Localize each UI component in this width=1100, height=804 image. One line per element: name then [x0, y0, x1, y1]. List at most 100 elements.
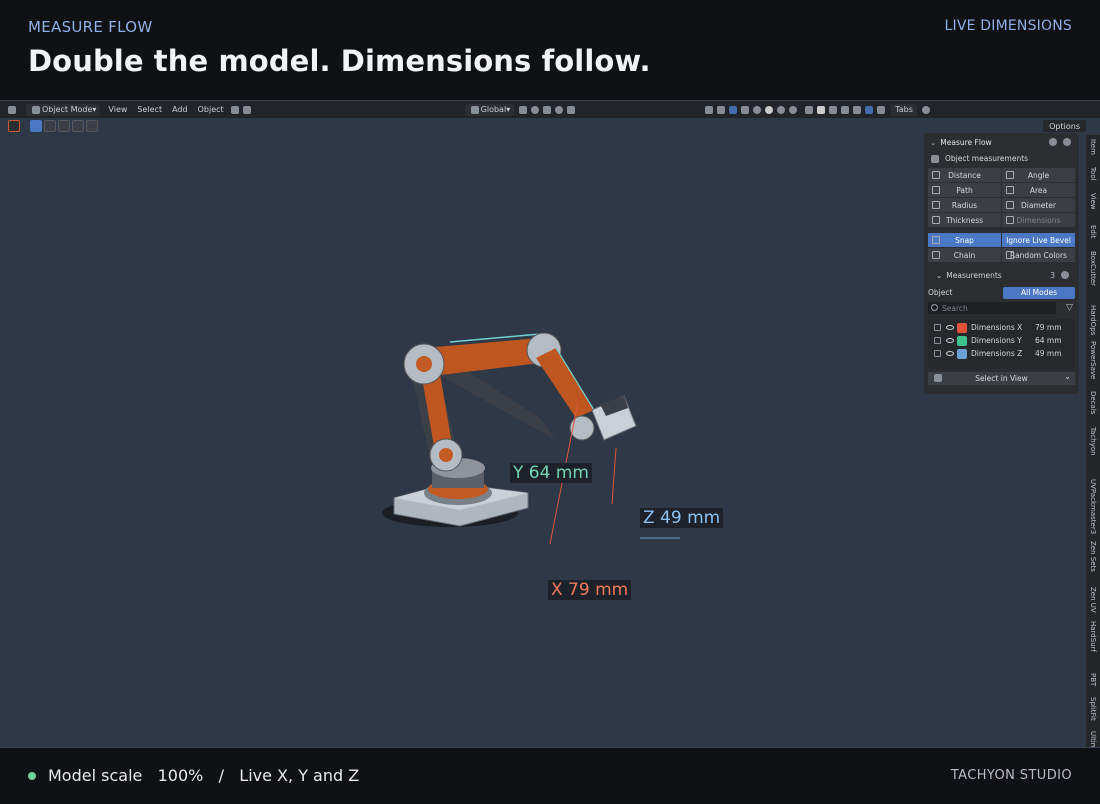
sidebar-tab-item[interactable]: Item: [1087, 139, 1099, 155]
addon-icon-1[interactable]: [805, 105, 814, 114]
sidebar-tab-boxcutter[interactable]: BoxCutter: [1087, 251, 1099, 286]
list-item[interactable]: Dimensions X 79 mm: [928, 321, 1075, 334]
snap-base-icon[interactable]: [242, 105, 251, 114]
menu-view[interactable]: View: [103, 105, 132, 114]
xray-icon[interactable]: [741, 105, 750, 114]
tool-path-button[interactable]: Path: [928, 183, 1001, 197]
sidebar-tab-view[interactable]: View: [1087, 193, 1099, 210]
help-icon[interactable]: [1063, 138, 1071, 146]
dimension-label-y: Y 64 mm: [510, 463, 592, 483]
falloff-icon[interactable]: [567, 105, 576, 114]
visibility-icon[interactable]: [705, 105, 714, 114]
snap-icon[interactable]: [531, 105, 540, 114]
sidebar-tab-edit[interactable]: Edit: [1087, 225, 1099, 239]
tool-area-button[interactable]: Area: [1002, 183, 1075, 197]
solid-shading-icon[interactable]: [765, 105, 774, 114]
gizmo-icon[interactable]: [717, 105, 726, 114]
sidebar-tab-pbt[interactable]: PBT: [1087, 673, 1099, 686]
select-in-view-button[interactable]: Select in View ⌄: [928, 372, 1075, 385]
material-shading-icon[interactable]: [777, 105, 786, 114]
3d-viewport[interactable]: Y 64 mm Z 49 mm X 79 mm: [0, 118, 1085, 747]
eye-icon[interactable]: [946, 325, 954, 330]
addon-icon-7[interactable]: [877, 105, 886, 114]
section-chevron-icon: ⌄: [936, 270, 943, 280]
color-swatch[interactable]: [957, 348, 967, 359]
pivot-icon[interactable]: [519, 105, 528, 114]
chain-label: Chain: [953, 250, 976, 260]
menu-select[interactable]: Select: [132, 105, 167, 114]
sidebar-tab-hardsurf[interactable]: HardSurf: [1087, 621, 1099, 652]
scale-value: 100%: [157, 766, 204, 785]
addon-icon-4[interactable]: [841, 105, 850, 114]
mode-selector[interactable]: Object Mode ▾: [26, 103, 101, 116]
tool-diameter-button[interactable]: Diameter: [1002, 198, 1075, 212]
filter-icon[interactable]: ▽: [1066, 303, 1073, 313]
gear-icon[interactable]: [1049, 138, 1057, 146]
chain-button[interactable]: Chain: [928, 248, 1001, 262]
color-swatch[interactable]: [957, 322, 967, 333]
proportional-edit-icon[interactable]: [555, 105, 564, 114]
item-checkbox[interactable]: [934, 350, 941, 357]
object-label: Object: [928, 288, 953, 297]
editor-type-icon[interactable]: [8, 105, 16, 114]
elbow-hub: [416, 356, 432, 372]
item-checkbox[interactable]: [934, 337, 941, 344]
list-item[interactable]: Dimensions Y 64 mm: [928, 334, 1075, 347]
measurements-section-header[interactable]: ⌄ Measurements 3: [924, 267, 1079, 283]
list-item[interactable]: Dimensions Z 49 mm: [928, 347, 1075, 360]
sidebar-tabs: Item Tool View Edit BoxCutter HardOps PowerSav…: [1086, 135, 1100, 747]
eye-icon[interactable]: [946, 338, 954, 343]
live-axes-label: Live X, Y and Z: [239, 766, 360, 785]
tabs-button[interactable]: Tabs: [891, 103, 917, 116]
eye-icon[interactable]: [946, 351, 954, 356]
tool-radius-button[interactable]: Radius: [928, 198, 1001, 212]
tool-angle-button[interactable]: Angle: [1002, 168, 1075, 182]
angle-icon: [1006, 171, 1014, 179]
object-mode-icon: [32, 105, 40, 114]
sidebar-tab-tachyon[interactable]: Tachyon: [1087, 427, 1099, 456]
overlay-icon[interactable]: [729, 105, 738, 114]
addon-icon-3[interactable]: [829, 105, 838, 114]
tool-thickness-button[interactable]: Thickness: [928, 213, 1001, 227]
sidebar-tab-hardops[interactable]: HardOps: [1087, 305, 1099, 335]
rendered-shading-icon[interactable]: [789, 105, 798, 114]
item-checkbox[interactable]: [934, 324, 941, 331]
sidebar-tab-tool[interactable]: Tool: [1087, 167, 1099, 181]
orientation-selector[interactable]: Global ▾: [464, 103, 515, 116]
tool-label: Diameter: [1020, 200, 1056, 210]
panel-header[interactable]: ⌄ Measure Flow: [924, 133, 1079, 151]
random-colors-button[interactable]: Random Colors: [1002, 248, 1075, 262]
gear-icon[interactable]: [921, 105, 930, 114]
eye-icon[interactable]: [1061, 271, 1069, 279]
ignore-live-bevel-button[interactable]: Ignore Live Bevel: [1002, 233, 1075, 247]
dropdown-chevron-icon[interactable]: ⌄: [1064, 372, 1071, 381]
menu-object[interactable]: Object: [193, 105, 229, 114]
tool-dimensions-button[interactable]: Dimensions: [1002, 213, 1075, 227]
collapse-chevron-icon[interactable]: ⌄: [930, 138, 936, 147]
sidebar-tab-decals[interactable]: Decals: [1087, 391, 1099, 414]
addon-icon-2[interactable]: [817, 105, 826, 114]
wireframe-shading-icon[interactable]: [753, 105, 762, 114]
menu-add[interactable]: Add: [167, 105, 193, 114]
snap-button[interactable]: Snap: [928, 233, 1001, 247]
all-modes-toggle[interactable]: All Modes: [1003, 286, 1075, 299]
addon-icon-6[interactable]: [865, 105, 874, 114]
dimensions-icon: [1006, 216, 1014, 224]
x-guide-right: [611, 447, 617, 505]
tool-distance-button[interactable]: Distance: [928, 168, 1001, 182]
dimension-label-x: X 79 mm: [548, 580, 632, 600]
snap-target-icon[interactable]: [543, 105, 552, 114]
sidebar-tab-zen-sets[interactable]: Zen Sets: [1087, 541, 1099, 572]
sidebar-tab-ultim[interactable]: Ultim: [1087, 731, 1099, 747]
wrist2-joint: [569, 415, 595, 441]
addon-icon-5[interactable]: [853, 105, 862, 114]
color-swatch[interactable]: [957, 335, 967, 346]
tool-label: Dimensions: [1016, 215, 1061, 225]
sidebar-tab-uvpackmaster3[interactable]: UVPackmaster3: [1087, 479, 1099, 534]
transform-icon[interactable]: [230, 105, 239, 114]
search-input[interactable]: Search: [928, 302, 1056, 314]
sidebar-tab-splitfit[interactable]: SplitFit: [1087, 697, 1099, 721]
sidebar-tab-zen-uv[interactable]: Zen UV: [1087, 587, 1099, 613]
sidebar-tab-powersave[interactable]: PowerSave: [1087, 341, 1099, 379]
measure-flow-panel: ⌄ Measure Flow Object measurements Dista…: [924, 133, 1079, 394]
